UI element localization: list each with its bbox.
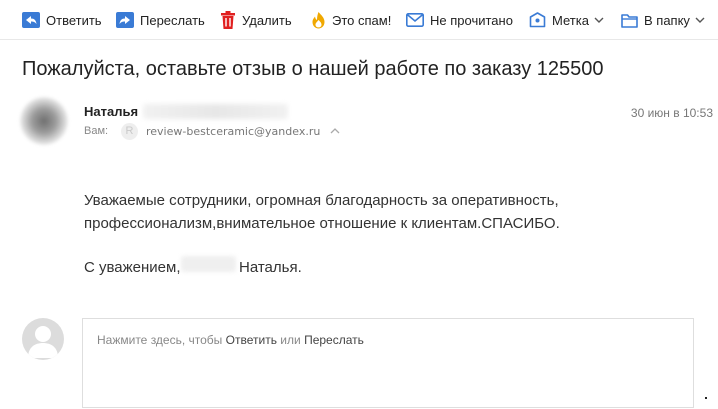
forward-label: Переслать <box>140 12 205 28</box>
quick-forward-link[interactable]: Переслать <box>304 333 364 347</box>
mark-unread-label: Не прочитано <box>430 12 513 28</box>
mark-unread-button[interactable]: Не прочитано <box>406 10 513 30</box>
tag-icon <box>529 11 546 27</box>
label-dropdown-label: Метка <box>552 12 589 28</box>
body-line-1: Уважаемые сотрудники, огромная благодарн… <box>84 192 559 209</box>
spam-label: Это спам! <box>332 12 392 28</box>
reply-icon <box>22 12 40 28</box>
quick-reply-link[interactable]: Ответить <box>226 333 277 347</box>
flame-icon <box>312 12 325 29</box>
reply-button[interactable]: Ответить <box>22 10 102 30</box>
message-subject: Пожалуйста, оставьте отзыв о нашей работ… <box>22 58 604 80</box>
envelope-icon <box>406 13 424 27</box>
body-line-2: профессионализм,внимательное отношение к… <box>84 215 560 232</box>
quick-reply-box[interactable]: Нажмите здесь, чтобы Ответить или Пересл… <box>82 318 694 408</box>
recipient-email[interactable]: review-bestceramic@yandex.ru <box>146 125 320 138</box>
chevron-down-icon <box>594 17 604 23</box>
sender-name[interactable]: Наталья <box>84 104 138 119</box>
chevron-up-icon[interactable] <box>330 128 340 134</box>
label-dropdown[interactable]: Метка <box>529 10 604 30</box>
sender-redacted <box>143 104 288 119</box>
sender-avatar[interactable] <box>20 97 68 145</box>
move-to-folder-dropdown[interactable]: В папку <box>621 10 705 30</box>
reply-label: Ответить <box>46 12 102 28</box>
move-to-folder-label: В папку <box>644 12 690 28</box>
signature-prefix: С уважением, <box>84 259 181 276</box>
delete-label: Удалить <box>242 12 292 28</box>
chevron-down-icon <box>695 17 705 23</box>
recipient-label: Вам: <box>84 125 109 137</box>
trash-icon <box>221 11 235 29</box>
spam-button[interactable]: Это спам! <box>311 10 391 30</box>
folder-icon <box>621 13 638 28</box>
forward-icon <box>116 12 134 28</box>
signature-name: Наталья. <box>239 259 302 276</box>
message-date: 30 июн в 10:53 <box>630 106 713 120</box>
quick-reply-hint: Нажмите здесь, чтобы Ответить или Пересл… <box>97 333 364 347</box>
forward-button[interactable]: Переслать <box>116 10 205 30</box>
quick-reply-hint-prefix: Нажмите здесь, чтобы <box>97 333 223 347</box>
user-silhouette-icon <box>28 326 58 358</box>
corner-dot <box>705 397 707 399</box>
recipient-avatar: R <box>121 123 138 140</box>
message-toolbar: Ответить Переслать Удалить Это спам! Не … <box>0 0 718 40</box>
signature-redacted <box>181 256 236 272</box>
quick-reply-or: или <box>280 333 301 347</box>
delete-button[interactable]: Удалить <box>220 10 292 30</box>
user-avatar <box>22 318 64 360</box>
